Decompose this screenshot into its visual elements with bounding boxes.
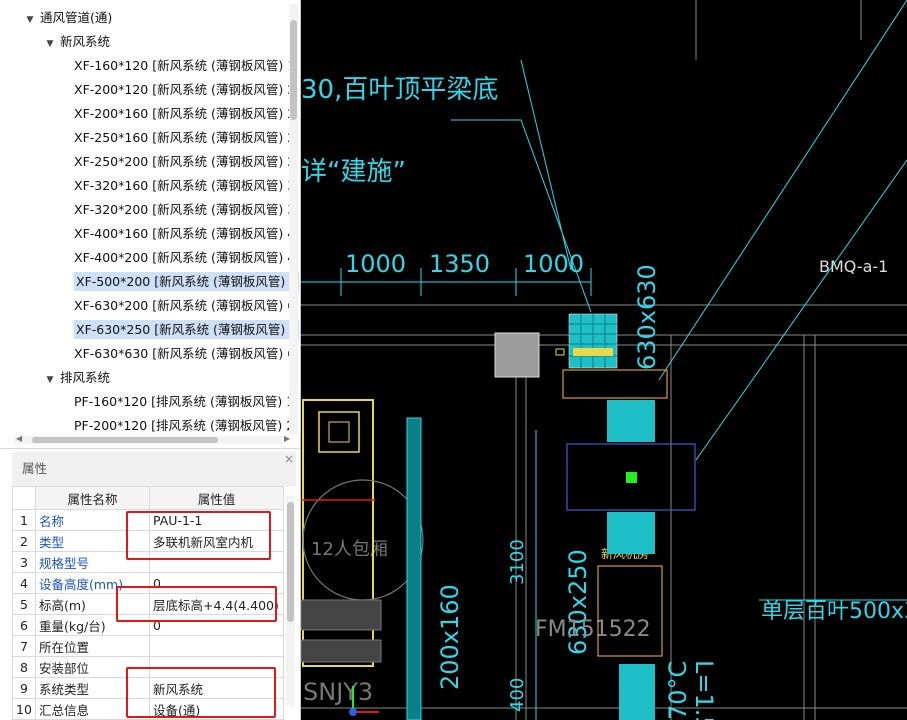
tree-item-label: XF-200*120 [新风系统 (薄钢板风管) 2 <box>74 82 296 97</box>
tree-item-label: XF-320*160 [新风系统 (薄钢板风管) 3 <box>74 178 296 193</box>
cad-drawing[interactable]: 30,百叶顶平梁底 详“建施” 1000 1350 1000 630x630 6… <box>301 0 907 720</box>
cad-vertical-duct[interactable] <box>406 417 422 720</box>
tree-group-xinfeng[interactable]: ▼ 新风系统 <box>44 30 110 54</box>
cad-duct-segment-3[interactable] <box>619 664 655 720</box>
tree-item[interactable]: XF-400*160 [新风系统 (薄钢板风管) 4 <box>74 222 295 246</box>
property-name: 所在位置 <box>35 635 150 657</box>
row-index: 9 <box>12 677 36 699</box>
row-index: 1 <box>12 509 36 531</box>
tree-item[interactable]: XF-400*200 [新风系统 (薄钢板风管) 4 <box>74 246 295 270</box>
header-index <box>12 486 36 510</box>
scroll-thumb[interactable] <box>290 20 297 120</box>
cad-fire-damper: FM151522 <box>535 617 651 642</box>
close-icon[interactable]: × <box>284 452 294 466</box>
properties-scrollbar[interactable] <box>286 496 295 706</box>
tree-item-label: XF-630*250 [新风系统 (薄钢板风管) 6 <box>74 320 300 339</box>
tree-item[interactable]: XF-320*160 [新风系统 (薄钢板风管) 3 <box>74 174 295 198</box>
highlight-box <box>126 511 271 560</box>
cad-drawing-canvas[interactable]: 30,百叶顶平梁底 详“建施” 1000 1350 1000 630x630 6… <box>301 0 907 720</box>
tree-item[interactable]: XF-200*120 [新风系统 (薄钢板风管) 2 <box>74 78 295 102</box>
tree-item-label: XF-400*160 [新风系统 (薄钢板风管) 4 <box>74 226 296 241</box>
cad-snj: SNJY3 <box>303 678 373 706</box>
cad-dim-3: 1000 <box>523 250 584 278</box>
tree-item-label: XF-250*160 [新风系统 (薄钢板风管) 2 <box>74 130 296 145</box>
component-tree: ▼ 通风管道(通) ▼ 新风系统 XF-160*120 [新风系统 (薄钢板风管) … <box>0 0 300 449</box>
row-index: 6 <box>12 614 36 636</box>
scroll-thumb[interactable] <box>287 502 294 622</box>
cad-equipment-gray[interactable] <box>494 332 540 378</box>
tree-root-label: 通风管道(通) <box>40 10 113 25</box>
tree-item[interactable]: XF-500*200 [新风系统 (薄钢板风管) 5 <box>74 270 300 294</box>
tree-item[interactable]: XF-250*160 [新风系统 (薄钢板风管) 2 <box>74 126 295 150</box>
cad-length: L=1.5m <box>690 660 718 720</box>
tree-horizontal-scrollbar[interactable] <box>14 436 282 444</box>
tree-item[interactable]: XF-630*200 [新风系统 (薄钢板风管) 6 <box>74 294 295 318</box>
cad-tag: BMQ-a-1 <box>819 257 888 276</box>
tree-item-label: XF-200*160 [新风系统 (薄钢板风管) 2 <box>74 106 296 121</box>
tree-root[interactable]: ▼ 通风管道(通) <box>24 6 113 32</box>
header-name: 属性名称 <box>35 486 150 510</box>
cad-duct-200: 200x160 <box>436 584 464 690</box>
tree-item-label: XF-250*200 [新风系统 (薄钢板风管) 2 <box>74 154 296 169</box>
tree-item[interactable]: XF-160*120 [新风系统 (薄钢板风管) 1 <box>74 54 295 78</box>
tree-item[interactable]: XF-250*200 [新风系统 (薄钢板风管) 2 <box>74 150 295 174</box>
cad-temp: 70°C <box>664 661 692 720</box>
cad-room-2: 12人包厢 <box>311 539 388 560</box>
tree-item-label: XF-630*200 [新风系统 (薄钢板风管) 6 <box>74 298 296 313</box>
collapse-icon[interactable]: ▼ <box>44 32 56 56</box>
tree-item[interactable]: XF-630*250 [新风系统 (薄钢板风管) 6 <box>74 318 300 342</box>
cad-note-2: 详“建施” <box>301 157 406 187</box>
row-index: 5 <box>12 593 36 615</box>
cad-dim-1: 1000 <box>345 250 406 278</box>
tree-item-label: XF-320*200 [新风系统 (薄钢板风管) 3 <box>74 202 296 217</box>
collapse-icon[interactable]: ▼ <box>44 368 56 392</box>
highlight-box <box>126 667 276 718</box>
cad-box-orange[interactable] <box>562 369 668 399</box>
highlight-box <box>116 586 277 622</box>
cad-dim-3100: 3100 <box>507 539 528 585</box>
collapse-icon[interactable]: ▼ <box>24 8 36 32</box>
scroll-left-icon[interactable]: ◀ <box>16 434 22 443</box>
grid-header: 属性名称 属性值 <box>12 486 284 510</box>
tree-group-label: 新风系统 <box>60 34 111 49</box>
cad-dim-400: 400 <box>507 678 528 712</box>
row-index: 10 <box>12 698 36 720</box>
tree-item[interactable]: XF-630*630 [新风系统 (薄钢板风管) 6 <box>74 342 295 366</box>
header-value: 属性值 <box>149 486 284 510</box>
tree-item-label: XF-160*120 [新风系统 (薄钢板风管) 1 <box>74 58 296 73</box>
tree-vertical-scrollbar[interactable] <box>289 4 298 434</box>
tree-group-paifeng[interactable]: ▼ 排风系统 <box>44 366 110 390</box>
row-index: 4 <box>12 572 36 594</box>
tree-item[interactable]: PF-200*120 [排风系统 (薄钢板风管) 2 <box>74 414 294 438</box>
row-index: 2 <box>12 530 36 552</box>
scroll-right-icon[interactable]: ▶ <box>284 434 290 443</box>
cad-duct-segment-2[interactable] <box>607 512 655 554</box>
tree-item-label: XF-400*200 [新风系统 (薄钢板风管) 4 <box>74 250 296 265</box>
row-index: 3 <box>12 551 36 573</box>
cad-dim-2: 1350 <box>429 250 490 278</box>
cad-fire-damper-box[interactable] <box>597 565 663 657</box>
tree-item-label: PF-160*120 [排风系统 (薄钢板风管) 1 <box>74 394 295 409</box>
property-value[interactable] <box>149 635 284 657</box>
property-row[interactable]: 7 所在位置 <box>12 635 284 657</box>
cad-pau-center[interactable] <box>626 472 637 483</box>
left-panel: ▼ 通风管道(通) ▼ 新风系统 XF-160*120 [新风系统 (薄钢板风管) … <box>0 0 301 720</box>
cad-note-1: 30,百叶顶平梁底 <box>301 75 498 105</box>
cad-duct-label: 630x630 <box>633 264 661 370</box>
properties-title: 属性 <box>12 452 296 486</box>
tree-item[interactable]: XF-200*160 [新风系统 (薄钢板风管) 2 <box>74 102 295 126</box>
tree-item-label: PF-200*120 [排风系统 (薄钢板风管) 2 <box>74 418 295 433</box>
row-index: 7 <box>12 635 36 657</box>
tree-group-label: 排风系统 <box>60 370 111 385</box>
tree-item[interactable]: PF-160*120 [排风系统 (薄钢板风管) 1 <box>74 390 294 414</box>
tree-item[interactable]: XF-320*200 [新风系统 (薄钢板风管) 3 <box>74 198 295 222</box>
tree-item-label: XF-630*630 [新风系统 (薄钢板风管) 6 <box>74 346 296 361</box>
cad-louver: 单层百叶500x320 <box>761 599 907 624</box>
tree-item-label: XF-500*200 [新风系统 (薄钢板风管) 5 <box>74 272 300 291</box>
scroll-thumb[interactable] <box>32 437 218 443</box>
cad-duct-segment[interactable] <box>607 400 655 442</box>
row-index: 8 <box>12 656 36 678</box>
